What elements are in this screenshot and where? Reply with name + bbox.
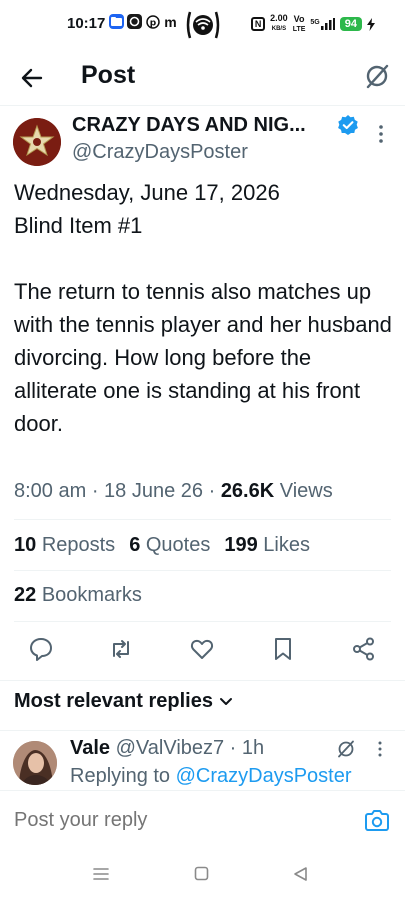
- share-icon[interactable]: [351, 636, 377, 662]
- like-heart-icon[interactable]: [189, 636, 215, 662]
- chat-app-icon: [127, 14, 142, 29]
- bookmark-icon[interactable]: [270, 636, 296, 662]
- reply-icon[interactable]: [28, 636, 54, 662]
- reposts-stat[interactable]: 10 Reposts: [14, 534, 115, 557]
- home-square-icon[interactable]: [193, 866, 211, 882]
- star-logo-icon: [13, 118, 61, 166]
- tweet-metadata: 8:00 am · 18 June 26 · 26.6K Views: [14, 480, 333, 503]
- meta-separator: ·: [91, 480, 105, 502]
- grok-icon[interactable]: [336, 739, 356, 759]
- divider: [14, 570, 391, 571]
- speed-unit: KB/S: [271, 26, 287, 32]
- reply-author-handle[interactable]: @ValVibez7: [116, 737, 225, 759]
- reply-more-options-icon[interactable]: [377, 740, 383, 758]
- replying-to-handle[interactable]: @CrazyDaysPoster: [176, 765, 352, 787]
- replying-to-label: Replying to: [70, 765, 171, 787]
- battery-level: 94: [339, 17, 362, 31]
- person-photo-icon: [13, 741, 57, 785]
- bookmarks-label: Bookmarks: [41, 584, 142, 606]
- system-nav-bar: [0, 848, 405, 900]
- views-label: Views: [279, 480, 333, 502]
- reply-separator: ·: [224, 737, 242, 759]
- lte-label: LTE: [292, 25, 306, 33]
- divider: [0, 680, 405, 681]
- page-title: Post: [81, 61, 136, 89]
- top-bar: Post: [0, 50, 405, 106]
- likes-label: Likes: [263, 534, 310, 556]
- status-time: 10:17: [67, 15, 106, 32]
- reply-avatar[interactable]: [13, 741, 57, 785]
- recents-menu-icon[interactable]: [92, 866, 110, 882]
- quotes-label: Quotes: [145, 534, 211, 556]
- signal-bars-icon: [320, 18, 335, 30]
- m-app-icon: m: [164, 13, 177, 30]
- divider: [14, 621, 391, 622]
- reposts-count: 10: [14, 534, 37, 556]
- verified-badge-icon: [338, 115, 358, 135]
- repost-icon[interactable]: [108, 636, 134, 662]
- reply-header: Vale @ValVibez7 · 1h: [70, 737, 264, 760]
- files-app-icon: [109, 14, 124, 29]
- reply-sort-dropdown[interactable]: Most relevant replies: [14, 690, 233, 713]
- camera-icon[interactable]: [365, 809, 389, 831]
- reply-input[interactable]: [14, 809, 344, 832]
- chevron-down-icon: [219, 697, 232, 705]
- replying-to: Replying to @CrazyDaysPoster: [70, 765, 352, 788]
- reply-age: 1h: [241, 737, 265, 759]
- likes-stat[interactable]: 199 Likes: [224, 534, 310, 557]
- back-triangle-icon[interactable]: [292, 866, 310, 882]
- tweet-text: Wednesday, June 17, 2026 Blind Item #1 T…: [14, 180, 392, 436]
- svg-text:p: p: [149, 18, 156, 28]
- volte-indicator: Vo LTE: [292, 13, 306, 34]
- grok-icon[interactable]: [363, 62, 391, 90]
- charging-bolt-icon: [367, 17, 375, 31]
- volte-label: Vo: [293, 13, 305, 24]
- more-options-icon[interactable]: [377, 124, 385, 144]
- network-speed: 2.00 KB/S: [270, 14, 288, 34]
- quotes-stat[interactable]: 6 Quotes: [129, 534, 210, 557]
- author-avatar[interactable]: [13, 118, 61, 166]
- bookmarks-count: 22: [14, 584, 37, 606]
- divider: [0, 730, 405, 731]
- views-count: 26.6K: [220, 480, 275, 502]
- reply-author-name[interactable]: Vale: [70, 737, 110, 759]
- bookmarks-stat[interactable]: 22 Bookmarks: [14, 584, 142, 607]
- action-bar: [0, 636, 405, 666]
- system-indicators: N 2.00 KB/S Vo LTE 5G 94: [251, 14, 375, 34]
- divider: [14, 519, 391, 520]
- nfc-icon: N: [251, 17, 266, 31]
- tweet-time: 8:00 am: [14, 480, 87, 502]
- tweet-date: 18 June 26: [104, 480, 204, 502]
- network-type: 5G: [310, 19, 320, 26]
- likes-count: 199: [224, 534, 258, 556]
- signal-indicator: 5G: [310, 18, 335, 30]
- quotes-count: 6: [129, 534, 141, 556]
- notification-icons: p m: [109, 13, 178, 30]
- back-arrow-icon[interactable]: [16, 62, 48, 94]
- meta-separator: ·: [208, 480, 221, 502]
- reposts-label: Reposts: [41, 534, 116, 556]
- camera-indicator-icon: [186, 11, 220, 39]
- author-handle[interactable]: @CrazyDaysPoster: [72, 141, 248, 164]
- reply-sort-label: Most relevant replies: [14, 690, 213, 712]
- speed-value: 2.00: [270, 13, 288, 23]
- engagement-stats: 10 Reposts 6 Quotes 199 Likes: [14, 534, 310, 557]
- pinterest-icon: p: [145, 14, 160, 29]
- reply-composer: [0, 790, 405, 848]
- author-name[interactable]: CRAZY DAYS AND NIG...: [72, 114, 306, 137]
- status-bar: 10:17 p m N 2.00 KB/S Vo LTE 5G 94: [0, 0, 405, 50]
